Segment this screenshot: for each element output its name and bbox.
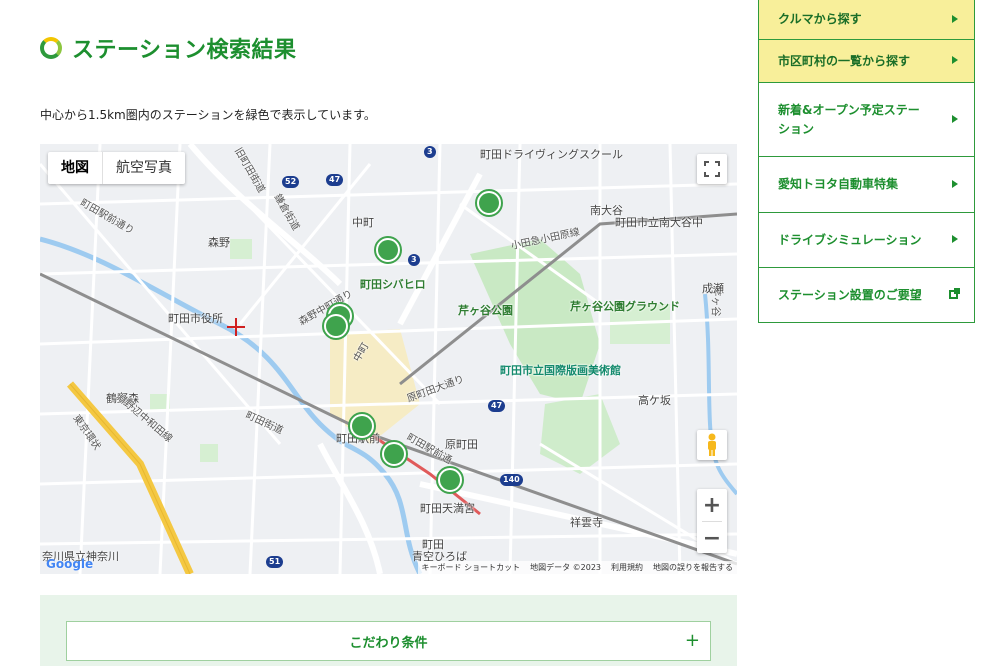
map-label: 成瀬 — [702, 282, 724, 295]
map-label: 町田市立南大谷中 — [615, 216, 703, 229]
sidebar-item-label: クルマから探す — [778, 12, 862, 26]
map-attribution: キーボード ショートカット 地図データ ©2023 利用規約 地図の誤りを報告す… — [417, 561, 737, 574]
map-label: 森野 — [208, 236, 230, 249]
sidebar-item-label: 愛知トヨタ自動車特集 — [778, 177, 899, 191]
station-marker[interactable] — [374, 236, 402, 264]
map-label: 町田シバヒロ — [360, 278, 426, 291]
terms-link[interactable]: 利用規約 — [611, 562, 643, 573]
fullscreen-button[interactable] — [697, 154, 727, 184]
map-label: 町田ドライヴィングスクール — [480, 148, 623, 161]
station-marker[interactable] — [380, 440, 408, 468]
street-view-button[interactable] — [697, 430, 727, 460]
zoom-in-button[interactable]: + — [697, 489, 727, 521]
map-label: 町田市役所 — [168, 312, 223, 325]
map-type-roadmap-button[interactable]: 地図 — [48, 152, 103, 184]
page-title-text: ステーション検索結果 — [72, 38, 297, 63]
route-shield: 3 — [408, 254, 420, 266]
sidebar-item-aichi-toyota[interactable]: 愛知トヨタ自動車特集 — [759, 157, 974, 213]
plus-icon: + — [684, 630, 700, 651]
arrow-right-icon — [952, 179, 958, 188]
fullscreen-icon — [704, 161, 720, 177]
map-data-text: 地図データ ©2023 — [530, 563, 601, 572]
map-base-layer — [40, 144, 737, 574]
google-logo: Google — [46, 557, 94, 571]
map-type-toggle[interactable]: 地図 航空写真 — [48, 152, 185, 184]
sidebar-item-label: 市区町村の一覧から探す — [778, 53, 911, 68]
map-label: 芹ヶ谷公園グラウンド — [570, 300, 680, 313]
page-title: ステーション検索結果 — [40, 32, 297, 64]
station-marker[interactable] — [436, 466, 464, 494]
zoom-out-button[interactable]: − — [697, 522, 727, 554]
route-shield: 3 — [424, 146, 436, 158]
station-marker[interactable] — [348, 412, 376, 440]
pegman-icon — [708, 433, 716, 456]
station-marker[interactable] — [322, 312, 350, 340]
title-ring-icon — [40, 37, 62, 59]
map-label: 祥雲寺 — [570, 516, 603, 529]
filter-toggle[interactable]: こだわり条件 + — [66, 621, 711, 661]
sidebar-item-label: ドライブシミュレーション — [778, 232, 922, 247]
arrow-right-icon — [952, 235, 958, 243]
sidebar-item-search-by-car[interactable]: クルマから探す — [759, 0, 974, 40]
sidebar-item-search-by-city[interactable]: 市区町村の一覧から探す — [759, 40, 974, 83]
route-shield: 140 — [500, 474, 523, 486]
zoom-control[interactable]: + − — [697, 489, 727, 553]
station-map[interactable]: 地図 航空写真 町田ドライヴィングスクール 南大谷 町田市立南大谷中 中町 小田… — [40, 144, 737, 574]
map-label: 芹ヶ谷公園 — [458, 304, 513, 317]
arrow-right-icon — [952, 14, 958, 23]
filter-section: こだわり条件 + — [40, 595, 737, 666]
route-shield: 51 — [266, 556, 284, 568]
map-label: 町田市立国際版画美術館 — [500, 364, 621, 377]
sidebar-menu: クルマから探す 市区町村の一覧から探す 新着&オープン予定ステーション 愛知トヨ… — [758, 0, 975, 323]
route-shield: 52 — [282, 176, 300, 188]
map-type-satellite-button[interactable]: 航空写真 — [103, 152, 185, 184]
map-label: 町田天満宮 — [420, 502, 475, 515]
map-label: 高ケ坂 — [638, 394, 671, 407]
sidebar-item-drive-simulation[interactable]: ドライブシミュレーション — [759, 213, 974, 268]
external-link-icon — [949, 288, 960, 299]
sidebar-item-label: 新着&オープン予定ステーション — [778, 102, 920, 136]
station-marker[interactable] — [475, 189, 503, 217]
arrow-right-icon — [952, 56, 958, 64]
lead-text: 中心から1.5km圏内のステーションを緑色で表示しています。 — [40, 108, 376, 122]
report-error-link[interactable]: 地図の誤りを報告する — [653, 562, 733, 573]
route-shield: 47 — [488, 400, 506, 412]
sidebar-item-new-stations[interactable]: 新着&オープン予定ステーション — [759, 83, 974, 157]
route-shield: 47 — [326, 174, 344, 186]
sidebar-item-label: ステーション設置のご要望 — [778, 287, 922, 302]
keyboard-shortcuts-link[interactable]: キーボード ショートカット — [422, 562, 521, 573]
sidebar-item-station-request[interactable]: ステーション設置のご要望 — [759, 268, 974, 322]
map-label: 中町 — [352, 216, 374, 229]
arrow-right-icon — [952, 114, 958, 123]
filter-label: こだわり条件 — [349, 635, 428, 651]
